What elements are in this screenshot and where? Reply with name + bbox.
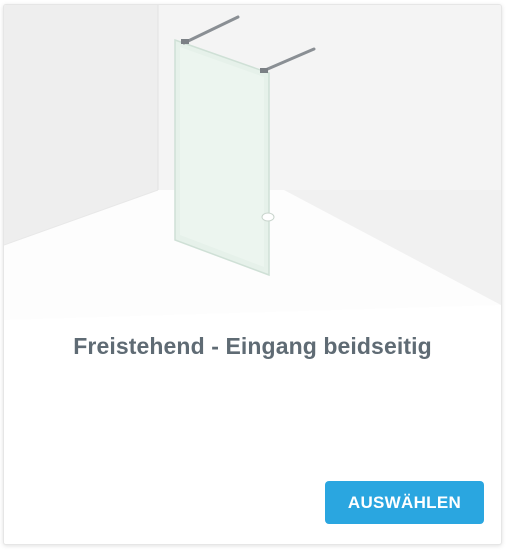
- glass-panel-image: [4, 5, 501, 320]
- shower-option-card[interactable]: Freistehend - Eingang beidseitig AUSWÄHL…: [3, 4, 502, 545]
- option-title: Freistehend - Eingang beidseitig: [73, 333, 432, 359]
- select-button[interactable]: AUSWÄHLEN: [325, 481, 484, 524]
- shower-wall-illustration: [4, 5, 501, 320]
